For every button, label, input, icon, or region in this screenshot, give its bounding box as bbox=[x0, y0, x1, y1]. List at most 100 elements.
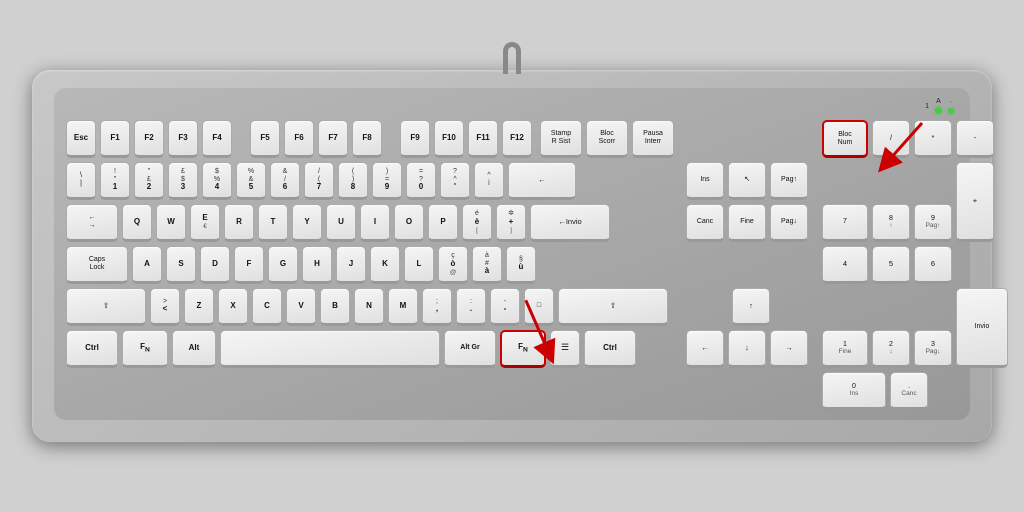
key-o-grave[interactable]: çò@ bbox=[438, 246, 468, 284]
key-f10[interactable]: F10 bbox=[434, 120, 464, 158]
key-u[interactable]: U bbox=[326, 204, 356, 242]
key-q[interactable]: Q bbox=[122, 204, 152, 242]
key-5[interactable]: %&5 bbox=[236, 162, 266, 200]
key-enter[interactable]: ←Invio bbox=[530, 204, 610, 242]
key-a-grave[interactable]: à#à bbox=[472, 246, 502, 284]
key-arrow-down[interactable]: ↓ bbox=[728, 330, 766, 368]
key-k[interactable]: K bbox=[370, 246, 400, 284]
key-pgup[interactable]: Pag↑ bbox=[770, 162, 808, 200]
key-p[interactable]: P bbox=[428, 204, 458, 242]
key-h[interactable]: H bbox=[302, 246, 332, 284]
key-f4[interactable]: F4 bbox=[202, 120, 232, 158]
key-apostrophe[interactable]: ?^' bbox=[440, 162, 470, 200]
key-ins[interactable]: Ins bbox=[686, 162, 724, 200]
key-arrow-up[interactable]: ↑ bbox=[732, 288, 770, 326]
key-f[interactable]: F bbox=[234, 246, 264, 284]
key-n[interactable]: N bbox=[354, 288, 384, 326]
key-l[interactable]: L bbox=[404, 246, 434, 284]
key-num-9[interactable]: 9Pag↑ bbox=[914, 204, 952, 242]
key-4[interactable]: $%4 bbox=[202, 162, 232, 200]
key-altgr[interactable]: Alt Gr bbox=[444, 330, 496, 368]
key-backspace[interactable]: ← bbox=[508, 162, 576, 200]
key-home[interactable]: ↖ bbox=[728, 162, 766, 200]
key-plus[interactable]: ✲+] bbox=[496, 204, 526, 242]
key-num-6[interactable]: 6 bbox=[914, 246, 952, 284]
key-r[interactable]: R bbox=[224, 204, 254, 242]
key-arrow-right[interactable]: → bbox=[770, 330, 808, 368]
key-a[interactable]: A bbox=[132, 246, 162, 284]
key-num-8[interactable]: 8↑ bbox=[872, 204, 910, 242]
key-num-1[interactable]: 1Fine bbox=[822, 330, 868, 368]
key-y[interactable]: Y bbox=[292, 204, 322, 242]
key-8[interactable]: ()8 bbox=[338, 162, 368, 200]
key-num-plus[interactable]: + bbox=[956, 162, 994, 242]
key-num-2[interactable]: 2↓ bbox=[872, 330, 910, 368]
key-num-5[interactable]: 5 bbox=[872, 246, 910, 284]
key-num-dot[interactable]: .Canc bbox=[890, 372, 928, 410]
key-ctrl-right[interactable]: Ctrl bbox=[584, 330, 636, 368]
key-z[interactable]: Z bbox=[184, 288, 214, 326]
key-s[interactable]: S bbox=[166, 246, 196, 284]
numpad-row4: 1Fine 2↓ 3Pag↓ Invio bbox=[822, 288, 1008, 368]
key-bloc-scorr[interactable]: BlocScorr bbox=[586, 120, 628, 158]
key-f7[interactable]: F7 bbox=[318, 120, 348, 158]
key-fine[interactable]: Fine bbox=[728, 204, 766, 242]
key-num-0[interactable]: 0Ins bbox=[822, 372, 886, 410]
key-ctrl-left[interactable]: Ctrl bbox=[66, 330, 118, 368]
key-i-grave[interactable]: ^ì bbox=[474, 162, 504, 200]
key-e[interactable]: E€ bbox=[190, 204, 220, 242]
key-num-4[interactable]: 4 bbox=[822, 246, 868, 284]
key-w[interactable]: W bbox=[156, 204, 186, 242]
key-g[interactable]: G bbox=[268, 246, 298, 284]
key-9[interactable]: )=9 bbox=[372, 162, 402, 200]
key-e-grave[interactable]: éè[ bbox=[462, 204, 492, 242]
key-d[interactable]: D bbox=[200, 246, 230, 284]
key-stamp[interactable]: StampR Sist bbox=[540, 120, 582, 158]
key-num-minus[interactable]: - bbox=[956, 120, 994, 158]
key-backslash[interactable]: \| bbox=[66, 162, 96, 200]
key-period[interactable]: :. bbox=[456, 288, 486, 326]
key-0[interactable]: =?0 bbox=[406, 162, 436, 200]
key-canc[interactable]: Canc bbox=[686, 204, 724, 242]
key-arrow-left[interactable]: ← bbox=[686, 330, 724, 368]
key-f9[interactable]: F9 bbox=[400, 120, 430, 158]
key-j[interactable]: J bbox=[336, 246, 366, 284]
key-b[interactable]: B bbox=[320, 288, 350, 326]
key-pgdn[interactable]: Pag↓ bbox=[770, 204, 808, 242]
key-f12[interactable]: F12 bbox=[502, 120, 532, 158]
key-alt[interactable]: Alt bbox=[172, 330, 216, 368]
key-f1[interactable]: F1 bbox=[100, 120, 130, 158]
key-tab[interactable]: ←→ bbox=[66, 204, 118, 242]
key-f5[interactable]: F5 bbox=[250, 120, 280, 158]
key-7[interactable]: /(7 bbox=[304, 162, 334, 200]
key-f11[interactable]: F11 bbox=[468, 120, 498, 158]
key-x[interactable]: X bbox=[218, 288, 248, 326]
key-o[interactable]: O bbox=[394, 204, 424, 242]
key-pausa[interactable]: PausaInterr bbox=[632, 120, 674, 158]
key-num-enter[interactable]: Invio bbox=[956, 288, 1008, 368]
key-3[interactable]: £$3 bbox=[168, 162, 198, 200]
key-shift-left[interactable]: ⇧ bbox=[66, 288, 146, 326]
key-f6[interactable]: F6 bbox=[284, 120, 314, 158]
key-v[interactable]: V bbox=[286, 288, 316, 326]
key-comma[interactable]: ;, bbox=[422, 288, 452, 326]
key-esc[interactable]: Esc bbox=[66, 120, 96, 158]
key-angle[interactable]: >< bbox=[150, 288, 180, 326]
key-num-7[interactable]: 7 bbox=[822, 204, 868, 242]
key-fn-left[interactable]: FN bbox=[122, 330, 168, 368]
key-i[interactable]: I bbox=[360, 204, 390, 242]
key-6[interactable]: &/6 bbox=[270, 162, 300, 200]
empty-row bbox=[686, 246, 816, 284]
key-f2[interactable]: F2 bbox=[134, 120, 164, 158]
key-num-3[interactable]: 3Pag↓ bbox=[914, 330, 952, 368]
key-f8[interactable]: F8 bbox=[352, 120, 382, 158]
key-t[interactable]: T bbox=[258, 204, 288, 242]
key-c[interactable]: C bbox=[252, 288, 282, 326]
key-2[interactable]: "£2 bbox=[134, 162, 164, 200]
key-space[interactable] bbox=[220, 330, 440, 368]
key-section[interactable]: §ù bbox=[506, 246, 536, 284]
key-m[interactable]: M bbox=[388, 288, 418, 326]
key-1[interactable]: !"1 bbox=[100, 162, 130, 200]
key-f3[interactable]: F3 bbox=[168, 120, 198, 158]
key-caps-lock[interactable]: CapsLock bbox=[66, 246, 128, 284]
